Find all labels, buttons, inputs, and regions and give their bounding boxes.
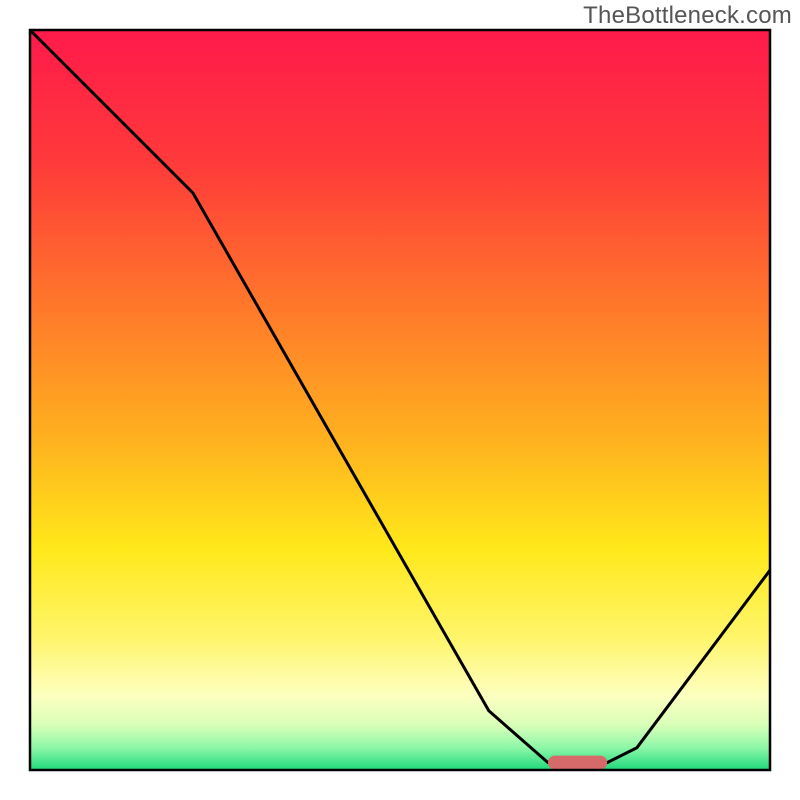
sweet-spot-marker bbox=[548, 756, 607, 770]
bottleneck-chart bbox=[0, 0, 800, 800]
chart-stage: TheBottleneck.com bbox=[0, 0, 800, 800]
watermark-text: TheBottleneck.com bbox=[583, 2, 792, 30]
